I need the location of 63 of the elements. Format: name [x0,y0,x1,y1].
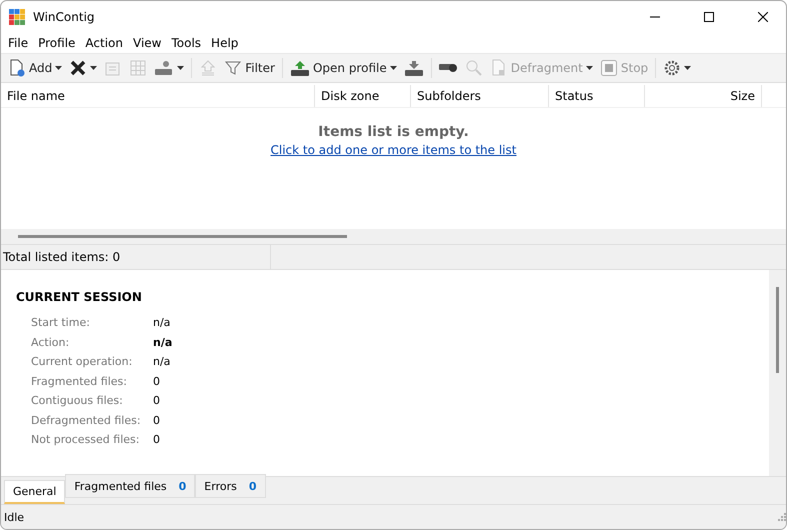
field-value: 0 [153,432,161,448]
empty-list-message: Items list is empty. [318,124,469,140]
app-logo-icon [9,9,25,25]
search-icon [464,59,483,77]
field-label: Fragmented files: [31,374,128,390]
scrollbar-thumb[interactable] [776,287,779,373]
menu-item[interactable]: Help [206,36,244,50]
menu-item[interactable]: Tools [166,36,206,50]
column-header[interactable]: Status [549,85,645,107]
column-header[interactable]: Disk zone [315,85,411,107]
filter-icon [224,59,242,77]
toolbar-button[interactable]: Filter [221,56,278,80]
close-icon [758,12,768,22]
window-title: WinContig [33,10,96,24]
settings-icon [663,59,682,77]
field-label: Defragmented files: [31,412,142,428]
field-label: Not processed files: [31,432,140,448]
drive-upload-icon [290,59,310,77]
stop-icon [600,59,618,77]
tab[interactable]: Errors 0 [195,474,266,498]
menu-item[interactable]: View [128,36,166,50]
menu-item[interactable]: Profile [33,36,80,50]
field-label: Contiguous files: [31,393,124,409]
field-value: n/a [153,354,172,370]
delete-icon [69,59,88,77]
scrollbar-thumb[interactable] [18,235,347,238]
count-label: 0 [178,480,186,492]
caret-icon [586,66,593,70]
toolbar-button[interactable]: Add [5,56,66,80]
menu-item[interactable]: File [3,36,34,50]
field-label: Start time: [31,315,91,331]
grid-icon [129,59,148,77]
upload-icon [199,59,218,77]
caret-icon [90,66,98,70]
drive-pin-icon [154,59,174,77]
field-value: n/a [153,334,174,350]
caret-icon [177,66,184,70]
section-title: CURRENT SESSION [16,290,143,304]
list-status-text: Total listed items: 0 [1,245,271,269]
column-header[interactable]: File name [1,85,315,107]
field-label: Action: [31,334,70,350]
field-value: 0 [153,374,161,390]
menu-item[interactable]: Action [80,36,128,50]
field-value: 0 [153,393,161,409]
document-add-icon [8,59,26,77]
add-items-link[interactable]: Click to add one or more items to the list [270,143,516,157]
toolbar-button[interactable]: Open profile [286,56,400,80]
count-label: 0 [248,480,256,492]
tab[interactable]: Fragmented files 0 [65,474,196,498]
status-text: Idle [4,510,24,524]
tab[interactable]: General [4,480,66,504]
maximize-icon [704,12,714,22]
drive-check-icon [438,63,458,73]
field-value: 0 [153,412,161,428]
column-header[interactable]: Size [645,85,762,107]
field-value: n/a [153,315,172,331]
caret-icon [684,66,692,70]
minimize-icon [650,16,660,18]
field-label: Current operation: [31,354,134,370]
caret-icon [55,66,62,70]
column-header[interactable]: Subfolders [411,85,549,107]
drive-download-icon [404,59,424,77]
caret-icon [390,66,397,70]
